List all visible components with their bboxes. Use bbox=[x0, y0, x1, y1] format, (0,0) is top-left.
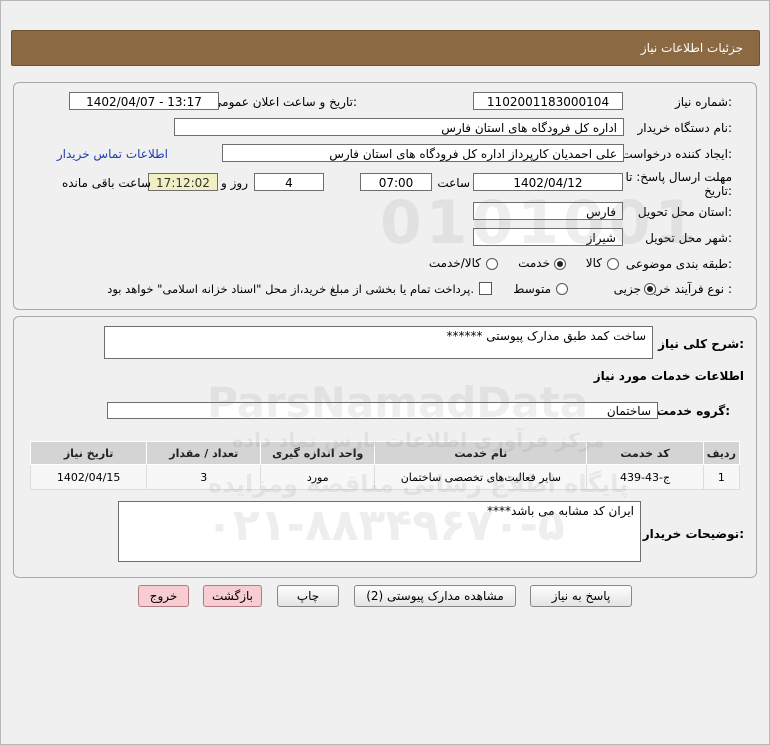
view-attachments-button[interactable]: مشاهده مدارک پیوستی (2) bbox=[354, 585, 516, 607]
cell-row: 1 bbox=[702, 464, 741, 490]
services-table-header: ردیف کد خدمت نام خدمت واحد اندازه گیری ت… bbox=[29, 441, 741, 465]
treasury-payment-checkbox[interactable] bbox=[479, 282, 492, 295]
col-unit-header: واحد اندازه گیری bbox=[260, 441, 376, 465]
days-label: روز و bbox=[221, 176, 248, 190]
need-info-panel: شماره نیاز: 1102001183000104 تاریخ و ساع… bbox=[13, 82, 757, 310]
deadline-date-label: تاریخ: bbox=[704, 184, 732, 198]
province-label: استان محل تحویل: bbox=[637, 205, 732, 219]
col-code-header: کد خدمت bbox=[586, 441, 704, 465]
cell-name: سایر فعالیت‌های تخصصی ساختمان bbox=[374, 464, 588, 490]
buyer-contact-link[interactable]: اطلاعات تماس خریدار bbox=[57, 147, 168, 161]
back-button[interactable]: بازگشت bbox=[203, 585, 262, 607]
category-radio-goods-service[interactable] bbox=[486, 258, 498, 270]
category-radio-goods[interactable] bbox=[607, 258, 619, 270]
city-label: شهر محل تحویل: bbox=[645, 231, 732, 245]
process-label: نوع فرآیند خرید : bbox=[647, 282, 732, 296]
services-heading: اطلاعات خدمات مورد نیاز bbox=[593, 369, 744, 383]
announce-datetime-field: 1402/04/07 - 13:17 bbox=[69, 92, 219, 110]
process-option-medium: متوسط bbox=[513, 282, 551, 296]
deadline-hour-label: ساعت bbox=[437, 176, 470, 190]
category-label: طبقه بندی موضوعی: bbox=[625, 257, 732, 271]
summary-field: ساخت کمد طبق مدارک پیوستی ****** bbox=[104, 326, 653, 359]
exit-button[interactable]: خروج bbox=[138, 585, 189, 607]
city-field: شیراز bbox=[473, 228, 623, 246]
days-remaining-field: 4 bbox=[254, 173, 324, 191]
remaining-time-field: 17:12:02 bbox=[148, 173, 218, 191]
cell-unit: مورد bbox=[260, 464, 376, 490]
process-radio-medium[interactable] bbox=[556, 283, 568, 295]
process-radio-minor[interactable] bbox=[644, 283, 656, 295]
cell-date: 1402/04/15 bbox=[29, 464, 148, 490]
need-number-label: شماره نیاز: bbox=[674, 95, 732, 109]
table-row: 1 ج-43-439 سایر فعالیت‌های تخصصی ساختمان… bbox=[29, 464, 741, 490]
buyer-notes-field: ایران کد مشابه می باشد**** bbox=[118, 501, 641, 562]
col-date-header: تاریخ نیاز bbox=[29, 441, 148, 465]
category-option-goods: کالا bbox=[585, 256, 602, 270]
remaining-time-label: ساعت باقی مانده bbox=[61, 176, 151, 190]
deadline-date-field: 1402/04/12 bbox=[473, 173, 623, 191]
category-option-goods-service: کالا/خدمت bbox=[428, 256, 481, 270]
requester-field: علی احمدیان کارپرداز اداره کل فرودگاه ها… bbox=[222, 144, 624, 162]
buyer-org-label: نام دستگاه خریدار: bbox=[637, 121, 733, 135]
category-radio-service[interactable] bbox=[554, 258, 566, 270]
cell-code: ج-43-439 bbox=[586, 464, 704, 490]
buyer-notes-label: توضیحات خریدار: bbox=[642, 527, 744, 541]
buyer-org-field: اداره کل فرودگاه های استان فارس bbox=[174, 118, 624, 136]
cell-qty: 3 bbox=[146, 464, 262, 490]
service-group-label: گروه خدمت: bbox=[656, 404, 730, 418]
col-name-header: نام خدمت bbox=[374, 441, 588, 465]
deadline-label: مهلت ارسال پاسخ: تا bbox=[625, 170, 732, 184]
province-field: فارس bbox=[473, 202, 623, 220]
requester-label: ایجاد کننده درخواست: bbox=[621, 147, 732, 161]
deadline-time-field: 07:00 bbox=[360, 173, 432, 191]
col-row-header: ردیف bbox=[702, 441, 741, 465]
category-option-service: خدمت bbox=[518, 256, 550, 270]
page-title: جزئیات اطلاعات نیاز bbox=[640, 41, 743, 55]
need-number-field: 1102001183000104 bbox=[473, 92, 623, 110]
services-table: ردیف کد خدمت نام خدمت واحد اندازه گیری ت… bbox=[29, 441, 741, 490]
summary-label: شرح کلی نیاز: bbox=[658, 337, 744, 351]
need-details-panel: شرح کلی نیاز: ساخت کمد طبق مدارک پیوستی … bbox=[13, 316, 757, 578]
page-header: جزئیات اطلاعات نیاز bbox=[11, 30, 760, 66]
service-group-field: ساختمان bbox=[107, 402, 658, 419]
process-option-minor: جزیی bbox=[613, 282, 641, 296]
col-qty-header: تعداد / مقدار bbox=[146, 441, 262, 465]
print-button[interactable]: چاپ bbox=[277, 585, 339, 607]
announce-label: تاریخ و ساعت اعلان عمومی: bbox=[212, 95, 357, 109]
reply-button[interactable]: پاسخ به نیاز bbox=[530, 585, 632, 607]
treasury-payment-note: پرداخت تمام یا بخشی از مبلغ خرید،از محل … bbox=[107, 282, 474, 296]
